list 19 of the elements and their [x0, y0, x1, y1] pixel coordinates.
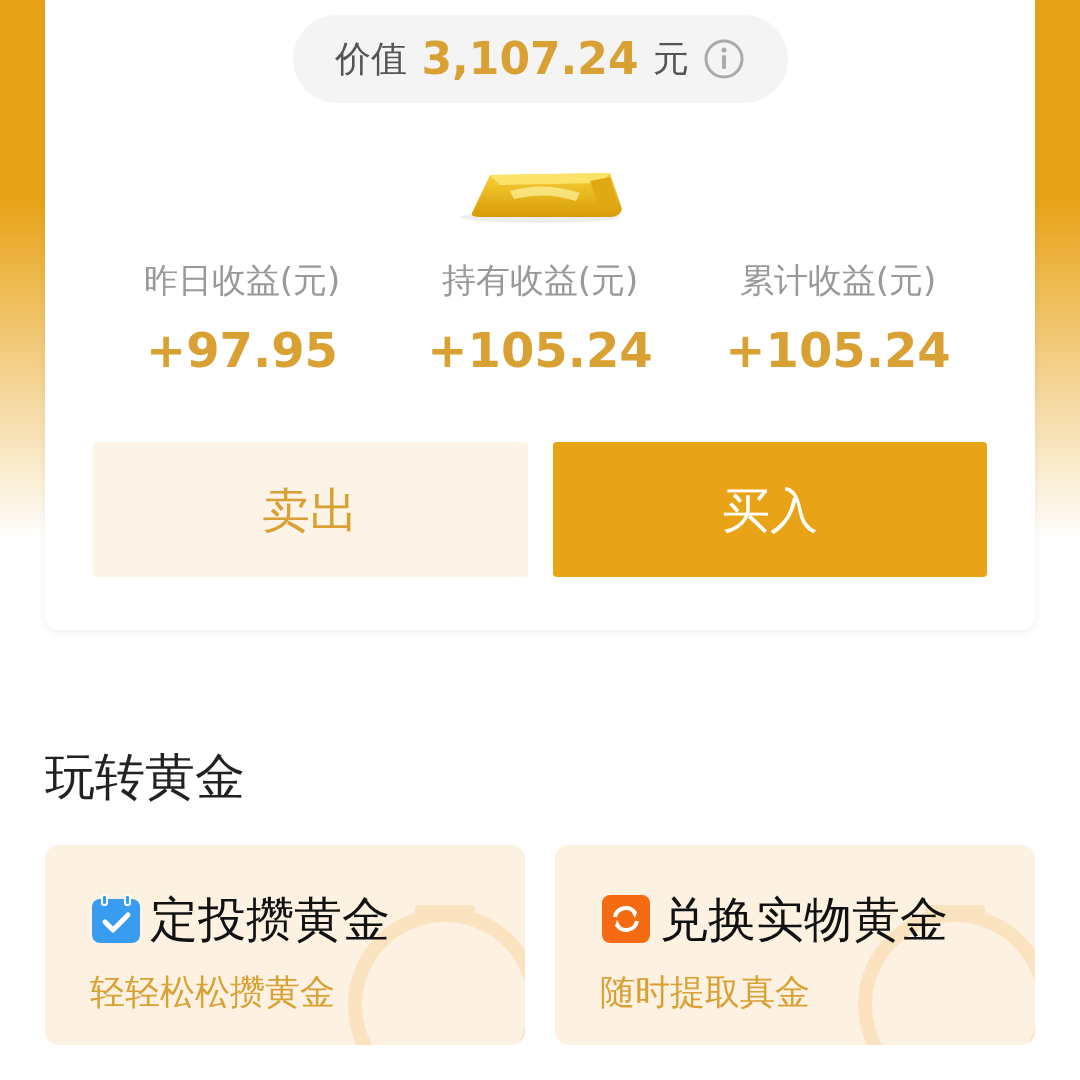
stat-label: 持有收益(元) — [440, 259, 640, 302]
info-icon[interactable] — [702, 38, 745, 80]
feature-subtitle: 随时提取真金 — [600, 975, 811, 1010]
section-title: 玩转黄金 — [45, 747, 246, 808]
refresh-icon — [600, 893, 652, 945]
sell-button[interactable]: 卖出 — [93, 442, 528, 577]
stat-value: +97.95 — [144, 321, 339, 380]
feature-subtitle: 轻轻松松攒黄金 — [90, 975, 336, 1010]
stat-value: +105.24 — [724, 321, 952, 380]
value-label: 价值 — [335, 37, 408, 81]
stat-label: 昨日收益(元) — [142, 259, 342, 302]
stat-label: 累计收益(元) — [738, 259, 938, 302]
value-amount: 3,107.24 — [421, 32, 639, 86]
calendar-check-icon — [90, 893, 142, 945]
stat-value: +105.24 — [426, 321, 654, 380]
feature-title: 定投攒黄金 — [150, 895, 390, 943]
buy-button[interactable]: 买入 — [552, 442, 987, 577]
value-unit: 元 — [652, 37, 689, 81]
feature-title: 兑换实物黄金 — [660, 895, 948, 943]
